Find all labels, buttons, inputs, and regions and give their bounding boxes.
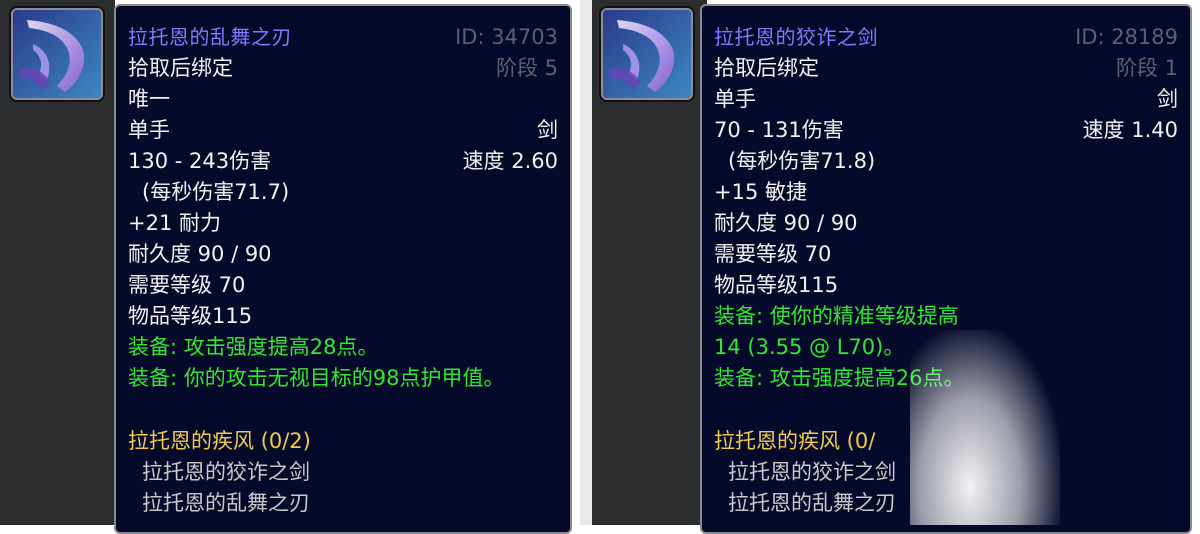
panel-divider [580,0,592,525]
unique-label: 唯一 [128,87,170,111]
bind-type: 拾取后绑定 [128,56,233,80]
tooltip-header: 拉托恩的狡诈之剑 ID: 28189 [714,22,1178,53]
required-level: 需要等级 70 [714,242,832,266]
sword-icon[interactable] [601,8,693,100]
item-speed: 速度 1.40 [1082,118,1178,142]
item-stat: +21 耐力 [128,211,221,235]
item-dps: (每秒伤害71.8) [728,149,876,173]
slot-row: 单手 剑 [714,84,1178,115]
damage-row: 70 - 131伤害 速度 1.40 [714,115,1178,146]
equip-effect: 装备: 使你的精准等级提高 [714,304,959,328]
item-name[interactable]: 拉托恩的乱舞之刃 [128,22,292,53]
set-item: 拉托恩的狡诈之剑 [142,460,310,484]
tooltip-header: 拉托恩的乱舞之刃 ID: 34703 [128,22,558,53]
item-tooltip-right: 拉托恩的狡诈之剑 ID: 28189 拾取后绑定 阶段 1 单手 剑 70 - … [700,4,1192,534]
item-slot: 单手 [714,87,756,111]
set-item: 拉托恩的乱舞之刃 [728,491,896,515]
set-name: 拉托恩的疾风 (0/2) [128,429,311,453]
equip-effect-row: 装备: 攻击强度提高26点。 [714,363,1178,394]
stat-row: +21 耐力 [128,208,558,239]
unique-row: 唯一 [128,84,558,115]
bind-row: 拾取后绑定 阶段 5 [128,53,558,84]
set-item-row: 拉托恩的乱舞之刃 [714,488,1178,519]
equip-effect-row: 14 (3.55 @ L70)。 [714,332,1178,363]
item-id: ID: 28189 [1075,25,1178,49]
sword-icon[interactable] [11,8,103,100]
set-name: 拉托恩的疾风 (0/ [714,429,876,453]
set-item: 拉托恩的乱舞之刃 [142,491,310,515]
required-level-row: 需要等级 70 [714,239,1178,270]
equip-effect-continued: 14 (3.55 @ L70)。 [714,335,905,359]
item-damage: 130 - 243伤害 [128,149,272,173]
required-level: 需要等级 70 [128,273,246,297]
slot-row: 单手 剑 [128,115,558,146]
set-item-row: 拉托恩的乱舞之刃 [128,488,558,519]
item-durability: 耐久度 90 / 90 [128,242,272,266]
set-item-row: 拉托恩的狡诈之剑 [714,457,1178,488]
item-name[interactable]: 拉托恩的狡诈之剑 [714,22,878,53]
item-tier: 阶段 5 [495,56,558,80]
bind-row: 拾取后绑定 阶段 1 [714,53,1178,84]
item-tooltip-left: 拉托恩的乱舞之刃 ID: 34703 拾取后绑定 阶段 5 唯一 单手 剑 13… [114,4,572,534]
equip-effect-row: 装备: 使你的精准等级提高 [714,301,1178,332]
dps-row: (每秒伤害71.7) [128,177,558,208]
item-level: 物品等级115 [714,273,839,297]
equip-effect-row: 装备: 攻击强度提高28点。 [128,332,558,363]
item-id: ID: 34703 [455,25,558,49]
item-level-row: 物品等级115 [128,301,558,332]
item-slot: 单手 [128,118,170,142]
durability-row: 耐久度 90 / 90 [714,208,1178,239]
equip-effect: 装备: 攻击强度提高26点。 [714,366,965,390]
item-stat: +15 敏捷 [714,180,807,204]
required-level-row: 需要等级 70 [128,270,558,301]
bind-type: 拾取后绑定 [714,56,819,80]
damage-row: 130 - 243伤害 速度 2.60 [128,146,558,177]
equip-effect: 装备: 攻击强度提高28点。 [128,335,379,359]
equip-effect-row: 装备: 你的攻击无视目标的98点护甲值。 [128,363,558,394]
item-tier: 阶段 1 [1115,56,1178,80]
set-name-row: 拉托恩的疾风 (0/2) [128,426,558,457]
item-durability: 耐久度 90 / 90 [714,211,858,235]
item-type: 剑 [537,118,558,142]
item-damage: 70 - 131伤害 [714,118,844,142]
durability-row: 耐久度 90 / 90 [128,239,558,270]
stat-row: +15 敏捷 [714,177,1178,208]
dps-row: (每秒伤害71.8) [714,146,1178,177]
item-type: 剑 [1157,87,1178,111]
set-item-row: 拉托恩的狡诈之剑 [128,457,558,488]
item-level-row: 物品等级115 [714,270,1178,301]
set-item: 拉托恩的狡诈之剑 [728,460,896,484]
set-name-row: 拉托恩的疾风 (0/ [714,426,1178,457]
item-dps: (每秒伤害71.7) [142,180,290,204]
item-speed: 速度 2.60 [462,149,558,173]
item-level: 物品等级115 [128,304,253,328]
equip-effect: 装备: 你的攻击无视目标的98点护甲值。 [128,366,505,390]
